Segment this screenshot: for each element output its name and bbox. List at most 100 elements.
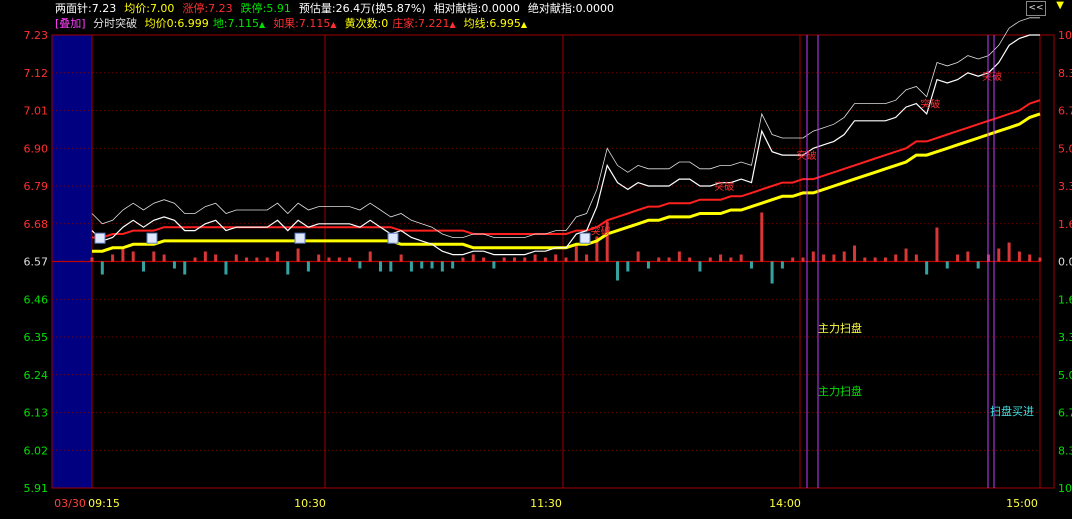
volume-bar <box>832 254 836 262</box>
collapse-button[interactable]: << <box>1026 1 1046 16</box>
volume-bar <box>749 261 753 269</box>
y-left-tick-label: 5.91 <box>24 482 49 495</box>
quote-field: 两面针:7.23 <box>55 2 120 15</box>
quote-field-label: 预估量: <box>298 2 336 15</box>
volume-bar <box>997 248 1001 262</box>
volume-bar <box>245 257 249 262</box>
chart-marker-icon <box>294 232 306 244</box>
y-left-tick-label: 6.90 <box>24 142 49 155</box>
volume-bar <box>801 257 805 262</box>
indicator-field-label: 黄次数: <box>344 17 382 30</box>
y-left-tick-label: 6.35 <box>24 331 49 344</box>
volume-bar <box>822 254 826 262</box>
volume-bar <box>811 251 815 262</box>
volume-bar <box>389 261 393 272</box>
x-tick-label: 14:00 <box>769 497 801 510</box>
volume-bar <box>1007 242 1011 262</box>
volume-bar <box>853 245 857 262</box>
indicator-field-value: 0 <box>381 17 389 30</box>
y-right-tick-label: 1.6 <box>1058 218 1072 231</box>
y-left-tick-label: 6.13 <box>24 407 49 420</box>
indicator-field-value: 6.995 <box>489 17 521 30</box>
volume-bar <box>780 261 784 269</box>
chart-canvas[interactable]: 7.23 10.0 7.12 8.3 7.01 6.7 6.90 5.0 6.79 3.3 6.68… <box>0 0 1072 515</box>
quote-field-label: 相对献指: <box>433 2 482 15</box>
volume-bar <box>1017 251 1021 262</box>
volume-bar <box>698 261 702 272</box>
quote-field: 均价:7.00 <box>124 2 178 15</box>
quote-field-label: 绝对献指: <box>527 2 576 15</box>
volume-bar <box>883 257 887 262</box>
y-left-tick-label: 7.01 <box>24 105 49 118</box>
chart-marker-icon <box>387 232 399 244</box>
volume-bar <box>275 251 279 262</box>
volume-bar <box>214 254 218 262</box>
volume-bar <box>894 254 898 262</box>
volume-bar <box>368 251 372 262</box>
quote-field-value: 26.4万(换5.87%) <box>335 2 426 15</box>
volume-bar <box>966 251 970 262</box>
volume-bar <box>183 261 187 275</box>
volume-bar <box>873 257 877 262</box>
quote-field-label: 跌停: <box>240 2 267 15</box>
y-right-tick-label: 5.0 <box>1058 369 1072 382</box>
volume-bar <box>265 257 269 262</box>
quote-field-value: 0.0000 <box>481 2 520 15</box>
ma-line <box>92 99 1041 239</box>
y-right-tick-label: 6.7 <box>1058 407 1072 420</box>
quote-field: 涨停:7.23 <box>182 2 236 15</box>
indicator-field-label: 庄家: <box>392 17 418 30</box>
volume-bar <box>688 257 692 262</box>
volume-bar <box>739 254 743 262</box>
volume-bar <box>172 261 176 269</box>
y-left-tick-label: 6.68 <box>24 218 49 231</box>
indicator-field: 均价0:6.999 <box>145 17 209 30</box>
chevron-down-icon[interactable]: ▼ <box>1056 0 1064 11</box>
indicator-name[interactable]: 分时突破 <box>93 17 137 30</box>
quote-field: 跌停:5.91 <box>241 2 295 15</box>
volume-bar <box>925 261 929 275</box>
indicator-field: 庄家:7.221▲ <box>392 17 459 30</box>
volume-bar <box>502 257 506 262</box>
chart-marker-icon <box>94 232 106 244</box>
intraday-chart[interactable]: 7.23 10.0 7.12 8.3 7.01 6.7 6.90 5.0 6.79 3.3 6.68… <box>0 0 1072 515</box>
volume-bar <box>306 261 310 272</box>
y-left-tick-label: 6.46 <box>24 293 49 306</box>
volume-bar <box>358 261 362 269</box>
volume-bar <box>90 257 94 262</box>
volume-bar <box>440 261 444 272</box>
signal-text-label: 主力扫盘 <box>818 321 862 335</box>
volume-bar <box>317 254 321 262</box>
overlay-tag[interactable]: [叠加] <box>55 17 86 30</box>
volume-bar <box>121 248 125 262</box>
volume-bar <box>770 261 774 284</box>
volume-bar <box>956 254 960 262</box>
quote-field-label: 均价: <box>124 2 150 15</box>
volume-bar <box>142 261 146 272</box>
volume-bar <box>554 254 558 262</box>
indicator-field: 黄次数:0 <box>345 17 389 30</box>
volume-bar <box>616 261 620 281</box>
quote-field-value: 7.00 <box>149 2 175 15</box>
quote-field-value: 7.23 <box>208 2 233 15</box>
volume-bar <box>626 261 630 272</box>
indicator-field-label: 均价0: <box>144 17 178 30</box>
quote-field-value: 5.91 <box>266 2 291 15</box>
volume-bar <box>1038 257 1042 262</box>
volume-bar <box>935 227 939 262</box>
y-left-tick-label: 6.79 <box>24 180 49 193</box>
y-right-tick-label: 10.0 <box>1058 482 1072 495</box>
volume-bar <box>286 261 290 275</box>
y-left-tick-label: 6.24 <box>24 369 49 382</box>
indicator-field: 如果:7.115▲ <box>273 17 340 30</box>
indicator-field-label: 地: <box>212 17 228 30</box>
volume-bar <box>904 248 908 262</box>
breakout-annotation: 突破 <box>982 70 1002 83</box>
volume-bar <box>945 261 949 269</box>
y-left-tick-label: 6.57 <box>24 256 49 269</box>
up-arrow-icon: ▲ <box>330 20 337 29</box>
volume-bar <box>451 261 455 269</box>
quote-field-label: 涨停: <box>182 2 209 15</box>
volume-bar <box>791 257 795 262</box>
volume-bar <box>729 257 733 262</box>
